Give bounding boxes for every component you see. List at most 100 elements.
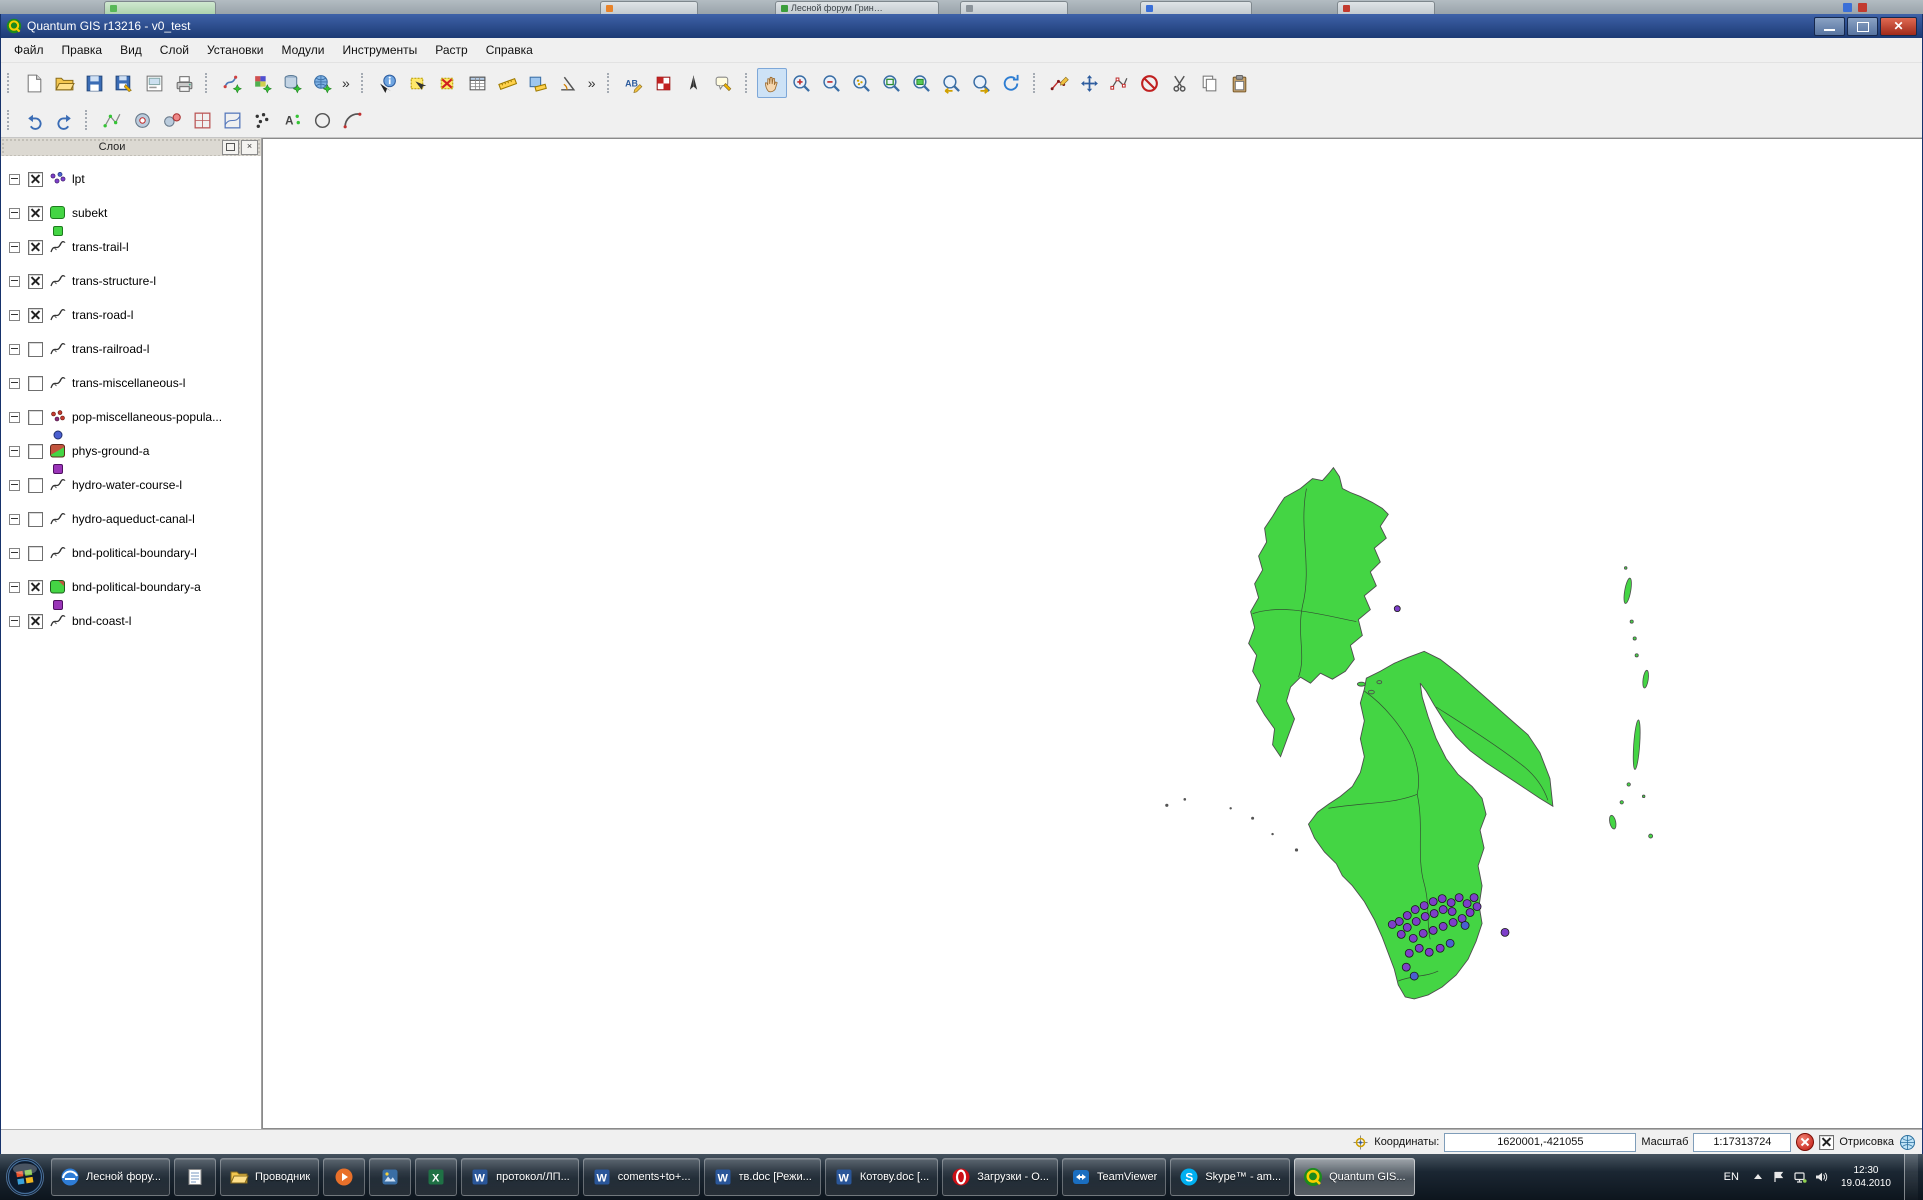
layer-checkbox[interactable] bbox=[28, 410, 43, 425]
measure-line-button[interactable] bbox=[493, 68, 523, 98]
layer-checkbox[interactable] bbox=[28, 580, 43, 595]
select-features-button[interactable] bbox=[403, 68, 433, 98]
add-raster-layer-button[interactable] bbox=[247, 68, 277, 98]
close-button[interactable]: ✕ bbox=[1880, 17, 1917, 36]
expand-icon[interactable] bbox=[9, 276, 20, 287]
expand-icon[interactable] bbox=[9, 548, 20, 559]
action-center-icon[interactable] bbox=[1772, 1170, 1786, 1184]
toolbar-grip[interactable] bbox=[361, 73, 368, 93]
minimize-button[interactable] bbox=[1814, 17, 1845, 36]
menu-raster[interactable]: Растр bbox=[426, 40, 476, 60]
background-tab[interactable] bbox=[600, 1, 698, 14]
identify-features-button[interactable] bbox=[373, 68, 403, 98]
background-tab[interactable] bbox=[1337, 1, 1435, 14]
add-database-layer-button[interactable] bbox=[277, 68, 307, 98]
layer-checkbox[interactable] bbox=[28, 478, 43, 493]
capture-line-button[interactable] bbox=[1045, 68, 1075, 98]
expand-icon[interactable] bbox=[9, 480, 20, 491]
layer-checkbox[interactable] bbox=[28, 342, 43, 357]
zoom-to-layer-button[interactable] bbox=[907, 68, 937, 98]
delete-selected-button[interactable] bbox=[1135, 68, 1165, 98]
layer-label[interactable]: bnd-political-boundary-a bbox=[72, 580, 201, 594]
toolbar-grip[interactable] bbox=[205, 73, 212, 93]
layer-label[interactable]: pop-miscellaneous-popula... bbox=[72, 410, 222, 424]
panel-close-button[interactable]: × bbox=[241, 140, 258, 155]
zoom-next-button[interactable] bbox=[967, 68, 997, 98]
taskbar-excel-button[interactable] bbox=[415, 1158, 457, 1196]
taskbar-teamviewer-button[interactable]: TeamViewer bbox=[1062, 1158, 1166, 1196]
taskbar-browser-button[interactable]: Лесной фору... bbox=[51, 1158, 170, 1196]
toolbar-overflow-chevron[interactable]: » bbox=[583, 75, 601, 91]
layer-label[interactable]: trans-miscellaneous-l bbox=[72, 376, 185, 390]
zoom-out-button[interactable] bbox=[817, 68, 847, 98]
layer-checkbox[interactable] bbox=[28, 614, 43, 629]
move-feature-button[interactable] bbox=[1075, 68, 1105, 98]
background-tab[interactable] bbox=[104, 1, 216, 14]
split-features-button[interactable] bbox=[247, 105, 277, 135]
menu-edit[interactable]: Правка bbox=[53, 40, 112, 60]
delete-part-button[interactable] bbox=[157, 105, 187, 135]
refresh-map-button[interactable] bbox=[997, 68, 1027, 98]
open-project-button[interactable] bbox=[49, 68, 79, 98]
taskbar-word-doc3-button[interactable]: тв.doc [Режи... bbox=[704, 1158, 821, 1196]
layer-row-bnd-political-boundary-l[interactable]: bnd-political-boundary-l bbox=[7, 544, 261, 578]
network-icon[interactable] bbox=[1793, 1170, 1807, 1184]
toolbar-grip[interactable] bbox=[607, 73, 614, 93]
taskbar-notepad-button[interactable] bbox=[174, 1158, 216, 1196]
simplify-feature-button[interactable] bbox=[97, 105, 127, 135]
expand-icon[interactable] bbox=[9, 242, 20, 253]
layer-label[interactable]: hydro-water-course-l bbox=[72, 478, 182, 492]
deselect-features-button[interactable] bbox=[433, 68, 463, 98]
expand-icon[interactable] bbox=[9, 208, 20, 219]
layer-checkbox[interactable] bbox=[28, 240, 43, 255]
menu-layer[interactable]: Слой bbox=[151, 40, 198, 60]
reshape-features-button[interactable] bbox=[217, 105, 247, 135]
menu-file[interactable]: Файл bbox=[5, 40, 53, 60]
coordinates-field[interactable]: 1620001,-421055 bbox=[1444, 1133, 1636, 1152]
pan-map-button[interactable] bbox=[757, 68, 787, 98]
taskbar-explorer-button[interactable]: Проводник bbox=[220, 1158, 319, 1196]
expand-icon[interactable] bbox=[9, 344, 20, 355]
expand-icon[interactable] bbox=[9, 514, 20, 525]
taskbar-word-doc4-button[interactable]: Котову.doc [... bbox=[825, 1158, 938, 1196]
node-tool-button[interactable] bbox=[1105, 68, 1135, 98]
layer-row-trans-trail[interactable]: trans-trail-l bbox=[7, 238, 261, 272]
add-ring-button[interactable] bbox=[187, 105, 217, 135]
taskbar-image-app-button[interactable] bbox=[369, 1158, 411, 1196]
layer-checkbox[interactable] bbox=[28, 512, 43, 527]
layer-label[interactable]: hydro-aqueduct-canal-l bbox=[72, 512, 195, 526]
measure-area-button[interactable] bbox=[523, 68, 553, 98]
start-button[interactable] bbox=[5, 1157, 45, 1197]
print-button[interactable] bbox=[169, 68, 199, 98]
open-attribute-table-button[interactable] bbox=[463, 68, 493, 98]
toolbar-grip[interactable] bbox=[7, 73, 14, 93]
background-tab[interactable]: Лесной форум Грин… bbox=[775, 1, 939, 14]
redo-button[interactable] bbox=[49, 105, 79, 135]
layer-checkbox[interactable] bbox=[28, 274, 43, 289]
background-tab[interactable] bbox=[1140, 1, 1252, 14]
toolbar-grip[interactable] bbox=[7, 110, 14, 130]
crs-status-icon[interactable] bbox=[1899, 1134, 1916, 1151]
labeling-button[interactable] bbox=[619, 68, 649, 98]
taskbar-opera-downloads-button[interactable]: Загрузки - O... bbox=[942, 1158, 1058, 1196]
expand-icon[interactable] bbox=[9, 378, 20, 389]
layer-label[interactable]: trans-structure-l bbox=[72, 274, 156, 288]
copy-features-button[interactable] bbox=[1195, 68, 1225, 98]
zoom-last-button[interactable] bbox=[937, 68, 967, 98]
layer-checkbox[interactable] bbox=[28, 206, 43, 221]
layer-row-pop-miscellaneous[interactable]: pop-miscellaneous-popula... bbox=[7, 408, 261, 442]
layer-checkbox[interactable] bbox=[28, 546, 43, 561]
paste-features-button[interactable] bbox=[1225, 68, 1255, 98]
menu-settings[interactable]: Установки bbox=[198, 40, 272, 60]
add-wms-layer-button[interactable] bbox=[307, 68, 337, 98]
taskbar-media-player-button[interactable] bbox=[323, 1158, 365, 1196]
panel-float-button[interactable] bbox=[222, 140, 239, 155]
layer-label[interactable]: bnd-political-boundary-l bbox=[72, 546, 197, 560]
merge-features-button[interactable] bbox=[307, 105, 337, 135]
layer-row-trans-miscellaneous[interactable]: trans-miscellaneous-l bbox=[7, 374, 261, 408]
layer-label[interactable]: phys-ground-a bbox=[72, 444, 149, 458]
taskbar-qgis-button[interactable]: Quantum GIS... bbox=[1294, 1158, 1414, 1196]
layer-label[interactable]: trans-trail-l bbox=[72, 240, 129, 254]
maximize-button[interactable] bbox=[1847, 17, 1878, 36]
show-desktop-button[interactable] bbox=[1904, 1154, 1918, 1200]
